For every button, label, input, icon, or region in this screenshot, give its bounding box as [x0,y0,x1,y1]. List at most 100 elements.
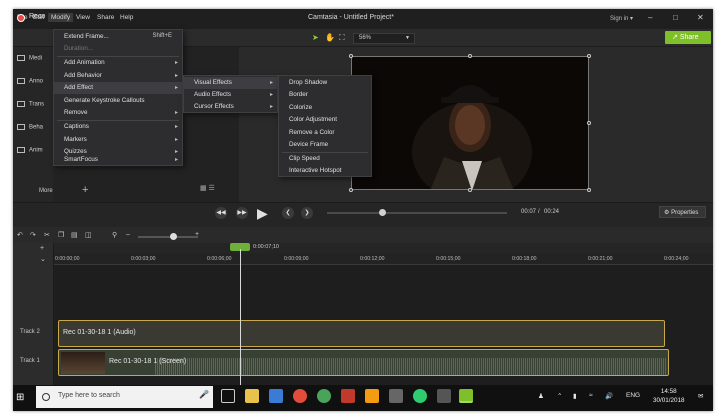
menu-item-colorize[interactable]: Colorize [279,102,371,114]
windows-start-icon[interactable]: ⊞ [16,392,24,403]
vlc-icon[interactable] [365,389,379,403]
resize-handle[interactable] [587,188,591,192]
add-track-icon[interactable]: + [40,245,44,252]
file-explorer-icon[interactable] [245,389,259,403]
share-button[interactable]: ↗ Share [665,31,711,44]
app-icon[interactable] [341,389,355,403]
record-button-label[interactable]: Reco [29,13,45,20]
battery-icon[interactable]: ▮ [573,392,577,400]
resize-handle[interactable] [587,54,591,58]
split-icon[interactable]: ◫ [85,231,92,239]
select-tool-icon[interactable]: ➤ [312,33,319,42]
menu-item-remove[interactable]: Remove ▸ [54,107,182,119]
cut-icon[interactable]: ✂ [44,231,50,239]
chevron-up-icon[interactable]: ⌃ [557,392,562,400]
menu-view[interactable]: View [76,14,90,21]
zoom-slider-knob[interactable] [170,233,177,240]
scrubber-knob[interactable] [379,209,386,216]
menu-item-cursor-effects[interactable]: Cursor Effects ▸ [184,101,277,113]
screen-clip[interactable]: Rec 01-30-18 1 (Screen) [58,349,669,376]
step-back-icon[interactable]: ◀◀ [215,207,227,219]
resize-handle[interactable] [468,54,472,58]
rail-item-animations[interactable]: Anim [17,147,43,154]
maximize-icon[interactable]: □ [673,13,678,22]
zoom-search-icon[interactable]: ⚲ [112,231,117,239]
store-icon[interactable] [269,389,283,403]
menu-item-label: Add Animation [64,59,105,66]
redo-icon[interactable]: ↷ [30,231,36,239]
menu-item-audio-effects[interactable]: Audio Effects ▸ [184,89,277,101]
view-toggle-icons[interactable]: ▦ ☰ [200,184,215,192]
paste-icon[interactable]: ▤ [71,231,78,239]
menu-item-drop-shadow[interactable]: Drop Shadow [279,77,371,89]
close-icon[interactable]: ✕ [697,13,704,22]
video-preview[interactable] [351,56,589,190]
crop-tool-icon[interactable]: ⛶ [339,33,345,43]
camtasia-taskbar-icon[interactable] [459,389,473,403]
undo-icon[interactable]: ↶ [17,231,23,239]
taskbar-clock[interactable]: 14:58 30/01/2018 [653,387,685,405]
collapse-tracks-icon[interactable]: ⌄ [40,255,46,263]
people-icon[interactable]: ♟ [538,392,544,400]
zoom-select[interactable]: 56% ▼ [353,33,415,44]
menu-item-remove-a-color[interactable]: Remove a Color [279,127,371,139]
resize-handle[interactable] [587,121,591,125]
chrome-icon[interactable] [293,389,307,403]
add-icon[interactable]: + [82,184,88,196]
taskbar-search-input[interactable]: Type here to search [36,386,213,408]
app-icon[interactable] [389,389,403,403]
menu-item-add-animation[interactable]: Add Animation ▸ [54,57,182,69]
timeline-zoom-slider[interactable] [138,236,198,238]
menu-item-interactive-hotspot[interactable]: Interactive Hotspot [279,165,371,177]
resize-handle[interactable] [349,54,353,58]
properties-button[interactable]: ⚙ Properties [659,206,706,218]
menu-item-border[interactable]: Border [279,89,371,101]
menu-item-extend-frame[interactable]: Extend Frame... Shift+E [54,31,182,43]
record-icon[interactable] [17,14,25,22]
menu-item-add-behavior[interactable]: Add Behavior ▸ [54,70,182,82]
zoom-in-icon[interactable]: + [195,231,199,238]
menu-item-add-effect[interactable]: Add Effect ▸ [54,82,182,95]
video-frame-image [352,57,588,189]
chevron-right-icon: ▸ [174,124,178,130]
task-view-icon[interactable] [221,389,235,403]
menu-share[interactable]: Share [97,14,114,21]
app-icon[interactable] [317,389,331,403]
notifications-icon[interactable]: ✉ [698,392,703,400]
play-icon[interactable]: ▶ [257,205,268,222]
menu-item-device-frame[interactable]: Device Frame [279,139,371,151]
previous-icon[interactable]: ❮ [282,207,294,219]
sign-in-button[interactable]: Sign in ▾ [610,15,633,22]
resize-handle[interactable] [349,188,353,192]
rail-item-behaviors[interactable]: Beha [17,124,43,131]
menu-item-color-adjustment[interactable]: Color Adjustment [279,114,371,126]
app-icon[interactable] [437,389,451,403]
rail-item-media[interactable]: Medi [17,55,42,62]
zoom-out-icon[interactable]: – [126,231,130,238]
minimize-icon[interactable]: – [648,13,652,22]
audio-clip[interactable]: Rec 01-30-18 1 (Audio) [58,320,665,347]
menu-item-clip-speed[interactable]: Clip Speed [279,153,371,165]
menu-item-captions[interactable]: Captions ▸ [54,121,182,133]
volume-icon[interactable]: 🔊 [605,392,613,400]
more-button[interactable]: More [39,188,53,194]
pan-tool-icon[interactable]: ✋ [325,33,335,42]
menu-item-visual-effects[interactable]: Visual Effects ▸ [184,77,277,90]
resize-handle[interactable] [468,188,472,192]
step-forward-icon[interactable]: ▶▶ [236,207,248,219]
menu-help[interactable]: Help [120,14,133,21]
window-title: Camtasia - Untitled Project* [308,14,394,21]
menu-item-smartfocus[interactable]: SmartFocus ▸ [54,154,182,166]
menu-item-keystroke-callouts[interactable]: Generate Keystroke Callouts [54,95,182,107]
menu-item-markers[interactable]: Markers ▸ [54,134,182,146]
next-icon[interactable]: ❯ [301,207,313,219]
wifi-icon[interactable]: ≈ [589,392,593,399]
copy-icon[interactable]: ❐ [58,231,64,239]
language-indicator[interactable]: ENG [626,392,640,399]
playback-scrubber[interactable] [327,212,507,214]
app-icon[interactable] [413,389,427,403]
microphone-icon[interactable]: 🎤 [199,390,209,399]
menu-modify[interactable]: Modify [48,13,74,22]
rail-item-annotations[interactable]: Anno [17,78,43,85]
rail-item-transitions[interactable]: Trans [17,101,44,108]
